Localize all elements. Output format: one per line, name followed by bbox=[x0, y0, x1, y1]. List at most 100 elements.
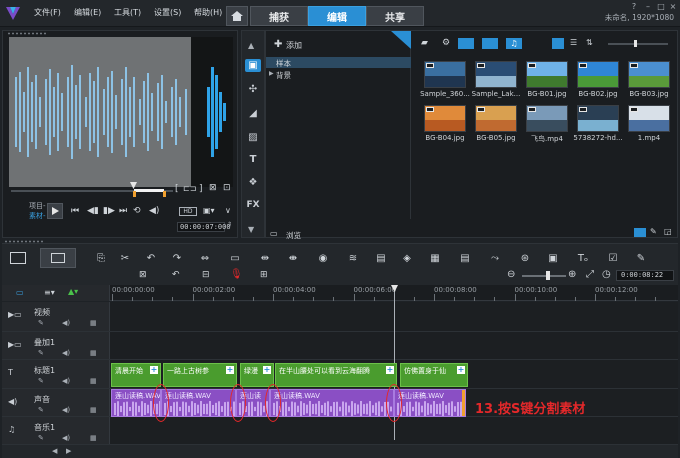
grid-icon[interactable]: ▦ bbox=[90, 406, 97, 414]
image-thumbnail[interactable] bbox=[475, 105, 517, 132]
track-header[interactable]: ▶▭ 视频 ✎ ◀) ▦ bbox=[2, 302, 110, 331]
clip-add-icon[interactable]: + bbox=[226, 366, 234, 374]
timeline-scrollbar[interactable]: ◀ ▶ bbox=[2, 445, 678, 458]
mute-icon[interactable]: ◀) bbox=[62, 434, 70, 442]
next-frame-icon[interactable]: ▮▶ bbox=[103, 206, 115, 216]
title-clip[interactable]: 绿漫 + bbox=[240, 363, 274, 387]
instant-project-icon[interactable]: ✣ bbox=[245, 83, 261, 96]
smart-proxy-icon[interactable]: ▣ bbox=[546, 252, 560, 264]
zoom-fit-icon[interactable]: ⊠ bbox=[139, 270, 147, 280]
text-to-speech-icon[interactable]: Tₒ bbox=[576, 252, 590, 264]
zoom-slider[interactable] bbox=[522, 275, 566, 277]
menu-tools[interactable]: 工具(T) bbox=[114, 7, 141, 18]
graphics-icon[interactable]: ▨ bbox=[245, 131, 261, 144]
settings-gear-icon[interactable]: ⚙ bbox=[442, 38, 450, 48]
folder-item-background[interactable]: ▶ 背景 bbox=[266, 69, 411, 80]
move-icon[interactable]: ⇼ bbox=[286, 252, 300, 264]
mute-icon[interactable]: ◀) bbox=[62, 406, 70, 414]
track-motion-icon[interactable]: ⤳ bbox=[488, 252, 502, 264]
color-icon[interactable]: ◉ bbox=[316, 252, 330, 264]
mute-icon[interactable]: ◀) bbox=[62, 349, 70, 357]
clip-trim-handle[interactable] bbox=[462, 390, 465, 416]
image-thumbnail[interactable] bbox=[526, 61, 568, 88]
more-chevron-icon[interactable]: ∨ bbox=[225, 206, 231, 215]
fit-icon[interactable]: ⇔ bbox=[198, 252, 212, 264]
title-clip[interactable]: 在半山腰处可以看到云海翻腾 + bbox=[275, 363, 397, 387]
clip-add-icon[interactable]: + bbox=[386, 366, 394, 374]
audio-clip[interactable]: 莲山读稿.WAV bbox=[161, 389, 236, 417]
timeline-view-button[interactable] bbox=[40, 248, 76, 268]
play-button[interactable] bbox=[47, 203, 63, 219]
fit-project-icon[interactable]: ⤢ bbox=[586, 269, 594, 280]
motion-icon[interactable]: ◈ bbox=[400, 252, 414, 264]
record-voice-icon[interactable]: 🎙 bbox=[230, 269, 243, 280]
media-tool-icon[interactable]: ▣ bbox=[245, 59, 261, 72]
edit-track-icon[interactable]: ✎ bbox=[38, 349, 44, 357]
grid-icon[interactable]: ▦ bbox=[90, 349, 97, 357]
track-manager-icon[interactable]: ⊞ bbox=[260, 270, 268, 280]
track-row-1[interactable]: ▶▭ 视频 ✎ ◀) ▦ bbox=[2, 302, 678, 332]
copy-icon[interactable]: ⎘ bbox=[94, 252, 108, 264]
edit-icon[interactable]: ✎ bbox=[650, 227, 657, 236]
volume-icon[interactable]: ◀) bbox=[149, 206, 159, 216]
collapse-corner[interactable] bbox=[391, 31, 411, 49]
clip-mode-label[interactable]: 素材- bbox=[29, 211, 46, 221]
title-tool-icon[interactable]: T bbox=[245, 153, 261, 166]
track-header[interactable]: ◀) 声音 ✎ ◀) ▦ bbox=[2, 389, 110, 416]
video-thumbnail[interactable] bbox=[526, 105, 568, 132]
settings-icon[interactable]: ✎ bbox=[634, 252, 648, 264]
track-row-5[interactable]: ♫ 音乐1 ✎ ◀) ▦ bbox=[2, 417, 678, 445]
audio-clip[interactable]: 莲山读稿.WAV bbox=[270, 389, 394, 417]
tab-share[interactable]: 共享 bbox=[366, 6, 424, 26]
zoom-in-icon[interactable]: ⊕ bbox=[568, 269, 576, 280]
edit-track-icon[interactable]: ✎ bbox=[38, 377, 44, 385]
scroll-right-icon[interactable]: ▶ bbox=[66, 447, 71, 455]
clip-add-icon[interactable]: + bbox=[150, 366, 158, 374]
menu-help[interactable]: 帮助(H) bbox=[194, 7, 222, 18]
track-row-2[interactable]: ▶▭ 叠加1 ✎ ◀) ▦ bbox=[2, 332, 678, 360]
mute-icon[interactable]: ◀) bbox=[62, 377, 70, 385]
project-mode-label[interactable]: 项目- bbox=[29, 201, 46, 211]
redo-icon[interactable]: ↷ bbox=[170, 252, 184, 264]
stabilize-icon[interactable]: ⊛ bbox=[518, 252, 532, 264]
minimize-icon[interactable]: – bbox=[642, 3, 654, 11]
resize-icon[interactable]: ⊡ bbox=[223, 183, 231, 193]
scroll-up-icon[interactable]: ▲ bbox=[248, 41, 254, 50]
title-clip[interactable]: 一路上古树参 + bbox=[163, 363, 237, 387]
edit-track-icon[interactable]: ✎ bbox=[38, 434, 44, 442]
filter-icon[interactable]: ❖ bbox=[245, 176, 261, 189]
mask-icon[interactable]: ▤ bbox=[458, 252, 472, 264]
grid-icon[interactable]: ▦ bbox=[90, 434, 97, 442]
tab-edit[interactable]: 编辑 bbox=[308, 6, 366, 26]
track-header[interactable]: ▶▭ 叠加1 ✎ ◀) ▦ bbox=[2, 332, 110, 359]
view-grid-button[interactable] bbox=[552, 38, 564, 49]
mute-icon[interactable]: ◀) bbox=[62, 319, 70, 327]
undo-icon[interactable]: ↶ bbox=[172, 270, 180, 280]
clip-add-icon[interactable]: + bbox=[457, 366, 465, 374]
image-thumbnail[interactable] bbox=[577, 61, 619, 88]
repeat-icon[interactable]: ⟲ bbox=[133, 206, 141, 216]
text-icon[interactable]: ▦ bbox=[428, 252, 442, 264]
filter-audio-button[interactable]: ♫ bbox=[506, 38, 522, 49]
audio-clip[interactable]: 莲山读稿.WAV bbox=[394, 389, 466, 417]
expand-icon[interactable]: ◲ bbox=[664, 227, 672, 236]
image-thumbnail[interactable] bbox=[628, 61, 670, 88]
crop-icon[interactable]: ▭ bbox=[228, 252, 242, 264]
tab-capture[interactable]: 捕获 bbox=[250, 6, 308, 26]
mark-in-icon[interactable]: [ bbox=[175, 184, 179, 194]
mark-in-handle[interactable] bbox=[133, 191, 136, 197]
subtitle-icon[interactable]: ▤ bbox=[374, 252, 388, 264]
end-icon[interactable]: ⏭ bbox=[119, 206, 127, 216]
video-thumbnail[interactable] bbox=[577, 105, 619, 132]
browse-icon[interactable]: ▭ bbox=[270, 229, 278, 238]
sort-icon[interactable]: ⇅ bbox=[586, 38, 593, 47]
edit-track-icon[interactable]: ✎ bbox=[38, 319, 44, 327]
zoom-out-icon[interactable]: ⊖ bbox=[507, 269, 515, 280]
video-thumbnail[interactable] bbox=[475, 61, 517, 88]
grid-icon[interactable]: ▦ bbox=[90, 377, 97, 385]
undo-icon[interactable]: ↶ bbox=[144, 252, 158, 264]
chapter-point-icon[interactable]: ≡▾ bbox=[44, 288, 55, 297]
grid-icon[interactable]: ▦ bbox=[90, 319, 97, 327]
close-icon[interactable]: × bbox=[667, 3, 679, 11]
hd-toggle[interactable]: HD bbox=[179, 207, 197, 216]
